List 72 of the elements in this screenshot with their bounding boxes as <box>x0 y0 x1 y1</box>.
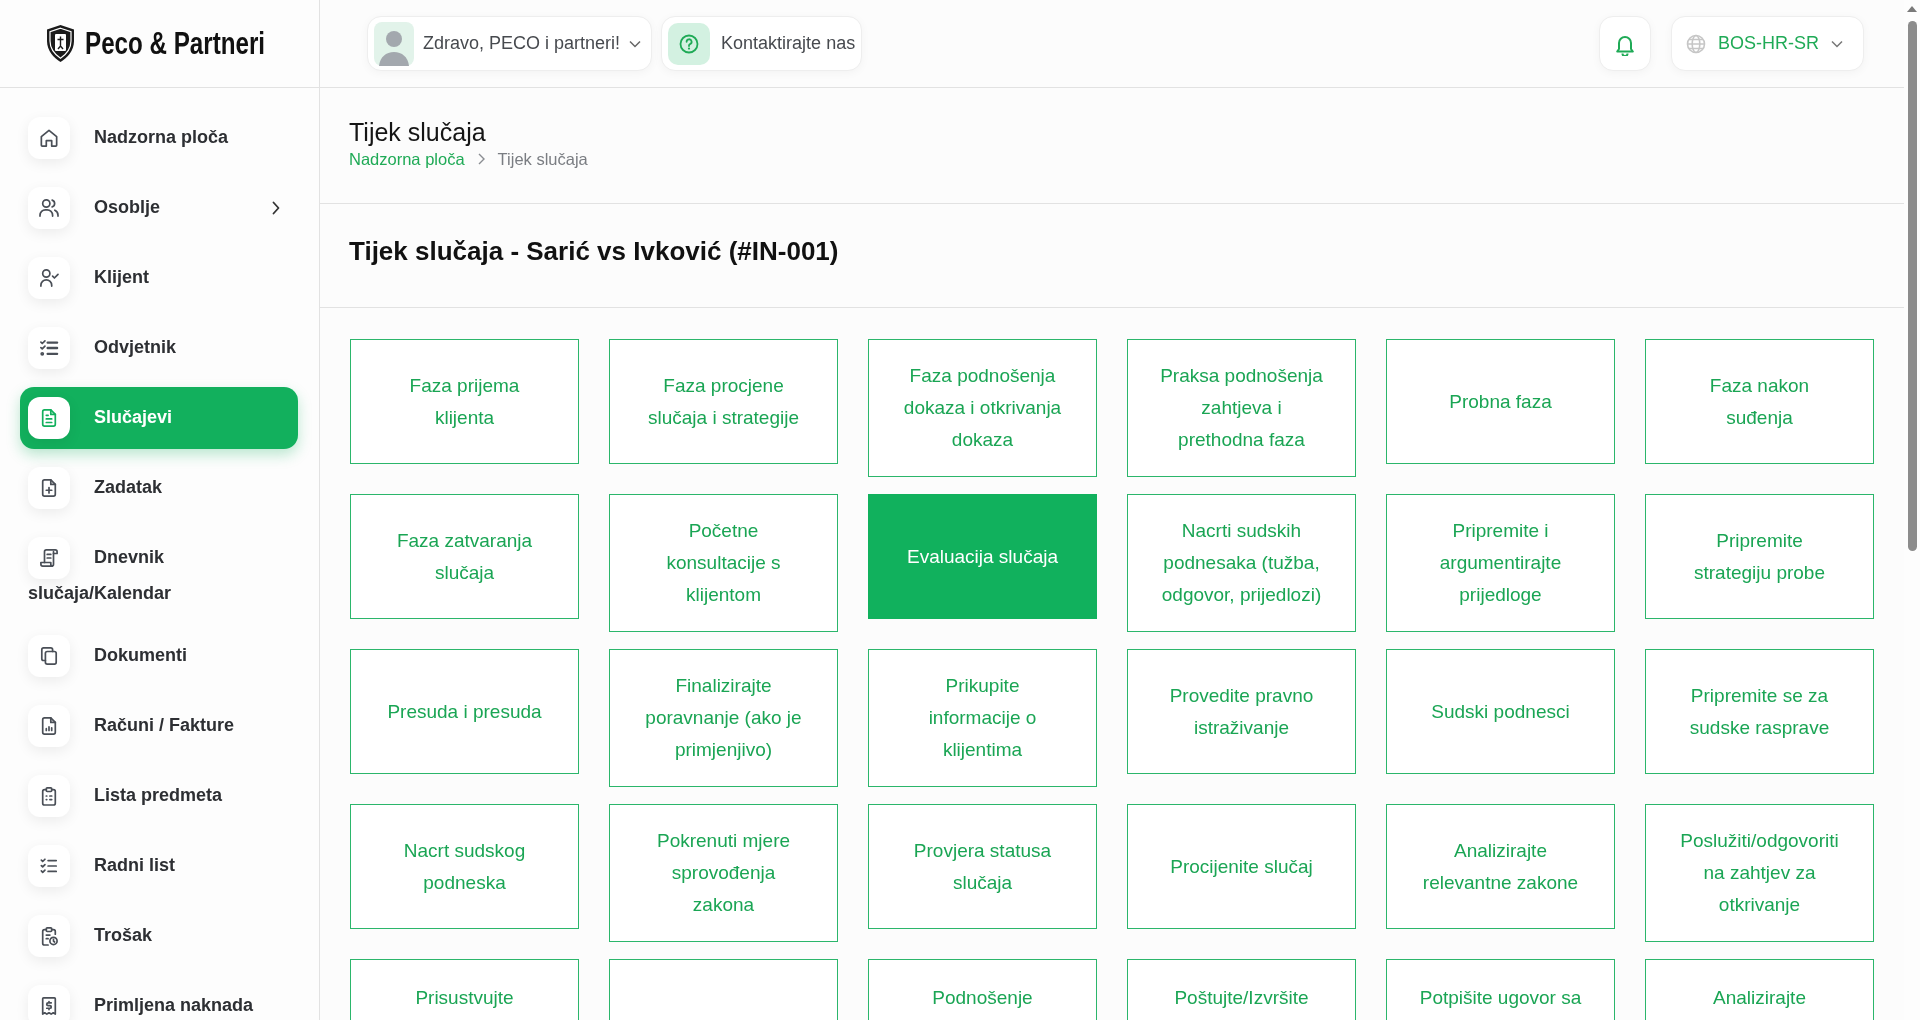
checklist-icon <box>28 845 70 887</box>
brand-name: Peco & Partneri <box>85 25 266 62</box>
sidebar-item[interactable]: Računi / Fakture <box>20 695 298 757</box>
sidebar-item[interactable]: Primljena naknada <box>20 975 298 1020</box>
phase-card[interactable]: Nacrt sudskog podneska <box>350 804 579 929</box>
user-check-icon <box>28 257 70 299</box>
sidebar-item[interactable]: Lista predmeta <box>20 765 298 827</box>
chevron-right-icon <box>477 153 485 165</box>
phase-card[interactable]: Pripremite strategiju probe <box>1645 494 1874 619</box>
notifications-button[interactable] <box>1599 16 1651 71</box>
phase-card[interactable]: Finalizirajte poravnanje (ako je primjenjivo) <box>609 649 838 787</box>
phase-card[interactable]: Provedite pravno istraživanje <box>1127 649 1356 774</box>
phase-card[interactable]: Potpišite ugovor sa <box>1386 959 1615 1020</box>
sidebar-item[interactable]: Dokumenti <box>20 625 298 687</box>
phase-card[interactable]: Prisustvujte <box>350 959 579 1020</box>
sidebar-item[interactable]: Osoblje <box>20 177 298 239</box>
phase-card[interactable]: Nacrti sudskih podnesaka (tužba, odgovor, prijedlozi) <box>1127 494 1356 632</box>
users-icon <box>28 187 70 229</box>
phase-card[interactable]: Procijenite slučaj <box>1127 804 1356 929</box>
chevron-down-icon <box>629 39 642 48</box>
language-selector[interactable]: BOS-HR-SR <box>1671 16 1864 71</box>
phase-card[interactable]: Pripremite i argumentirajte prijedloge <box>1386 494 1615 632</box>
phase-card[interactable]: Početne konsultacije s klijentom <box>609 494 838 632</box>
phase-card[interactable]: Probna faza <box>1386 339 1615 464</box>
phase-card[interactable]: Faza podnošenja dokaza i otkrivanja dokaza <box>868 339 1097 477</box>
copy-icon <box>28 635 70 677</box>
sidebar-item[interactable]: Radni list <box>20 835 298 897</box>
checklist-icon <box>28 327 70 369</box>
phase-card[interactable]: Pokrenuti mjere sprovođenja zakona <box>609 804 838 942</box>
phase-card[interactable]: Praksa podnošenja zahtjeva i prethodna faza <box>1127 339 1356 477</box>
case-heading: Tijek slučaja - Sarić vs Ivković (#IN-001) <box>349 236 840 266</box>
phase-card[interactable]: Faza nakon suđenja <box>1645 339 1874 464</box>
phase-card[interactable]: Provjera statusa slučaja <box>868 804 1097 929</box>
sidebar-item[interactable]: Slučajevi <box>20 387 298 449</box>
sidebar-item[interactable]: Dnevnik slučaja/Kalendar <box>20 527 298 617</box>
phase-card[interactable]: Prikupite informacije o klijentima <box>868 649 1097 787</box>
sidebar-item[interactable]: Klijent <box>20 247 298 309</box>
scroll-up-arrow-icon[interactable] <box>1907 6 1917 12</box>
phase-card[interactable]: Pripremite se za sudske rasprave <box>1645 649 1874 774</box>
shield-logo-icon <box>45 24 76 63</box>
file-chart-icon <box>28 705 70 747</box>
phase-card[interactable]: Presuda i presuda <box>350 649 579 774</box>
scroll-icon <box>28 537 70 579</box>
sidebar-item[interactable]: Odvjetnik <box>20 317 298 379</box>
phase-card[interactable]: Faza prijema klijenta <box>350 339 579 464</box>
page-title: Tijek slučaja <box>349 117 487 147</box>
clipboard-clock-icon <box>28 915 70 957</box>
breadcrumb-link[interactable]: Nadzorna ploča <box>349 147 465 171</box>
chevron-down-icon <box>1831 39 1843 48</box>
contact-button[interactable]: Kontaktirajte nas <box>661 16 863 71</box>
document-icon <box>28 397 70 439</box>
phase-card[interactable]: Analizirajte <box>1645 959 1874 1020</box>
sidebar-item[interactable]: Trošak <box>20 905 298 967</box>
file-plus-icon <box>28 467 70 509</box>
scrollbar-thumb[interactable] <box>1907 21 1917 551</box>
phase-card[interactable]: Faza zatvaranja slučaja <box>350 494 579 619</box>
home-icon <box>28 117 70 159</box>
phase-card[interactable]: Podnošenje <box>868 959 1097 1020</box>
phase-card[interactable]: Poštujte/Izvršite <box>1127 959 1356 1020</box>
user-menu-button[interactable]: Zdravo, PECO i partneri! <box>367 16 653 71</box>
globe-icon <box>1686 33 1706 54</box>
phase-card[interactable]: Analizirajte relevantne zakone <box>1386 804 1615 929</box>
help-icon <box>668 22 711 65</box>
sidebar-item[interactable]: Nadzorna ploča <box>20 107 298 169</box>
phase-card[interactable]: Faza procjene slučaja i strategije <box>609 339 838 464</box>
phase-card[interactable]: Sudski podnesci <box>1386 649 1615 774</box>
avatar-icon <box>374 21 414 66</box>
phase-card[interactable]: Poslužiti/odgovoriti na zahtjev za otkrivanje <box>1645 804 1874 942</box>
phase-card[interactable]: Evaluacija slučaja <box>868 494 1097 619</box>
breadcrumb-current: Tijek slučaja <box>497 149 588 170</box>
sidebar-item[interactable]: Zadatak <box>20 457 298 519</box>
clipboard-list-icon <box>28 775 70 817</box>
